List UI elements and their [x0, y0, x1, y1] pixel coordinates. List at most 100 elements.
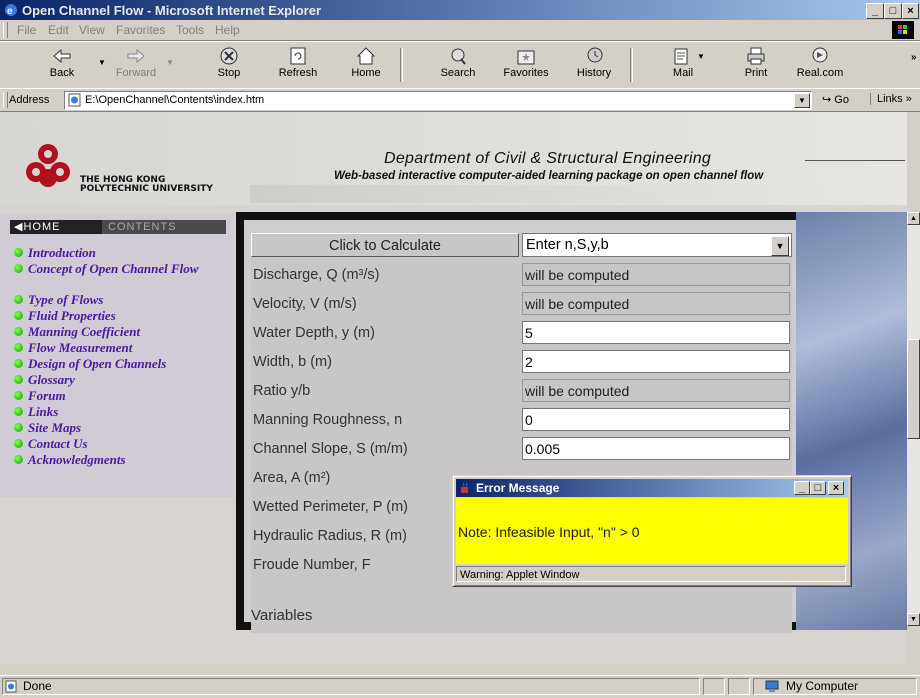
computer-icon — [765, 680, 779, 692]
sidebar-item-contact-us[interactable]: Contact Us — [14, 437, 233, 451]
history-button[interactable]: History — [568, 44, 620, 86]
sidebar-item-acknowledgments[interactable]: Acknowledgments — [14, 452, 233, 467]
green-bullet-icon — [14, 248, 23, 257]
toolbar-overflow-icon[interactable]: » — [911, 52, 917, 63]
stop-button[interactable]: Stop — [203, 44, 255, 86]
dialog-minimize-button[interactable]: _ — [794, 481, 810, 495]
security-zone-panel: My Computer — [753, 678, 917, 695]
calculate-button[interactable]: Click to Calculate — [251, 233, 519, 257]
field-label: Manning Roughness, n — [253, 412, 403, 428]
green-bullet-icon — [14, 375, 23, 384]
sidebar-item-label: Introduction — [28, 245, 96, 260]
links-label: Links — [877, 93, 903, 105]
favorites-button[interactable]: Favorites — [500, 44, 552, 86]
mail-dropdown-icon[interactable]: ▼ — [697, 52, 705, 61]
mail-button[interactable]: Mail — [657, 44, 709, 86]
close-button[interactable]: × — [902, 3, 919, 19]
realcom-label: Real.com — [796, 67, 844, 79]
sidebar-item-type-of-flows[interactable]: Type of Flows — [14, 293, 233, 307]
menu-bar: File Edit View Favorites Tools Help — [0, 20, 920, 41]
dialog-title-bar: Error Message _ □ × — [456, 479, 848, 497]
vertical-scrollbar[interactable]: ▲ ▼ — [907, 212, 920, 626]
java-cup-icon — [461, 482, 468, 493]
menu-tools[interactable]: Tools — [176, 23, 204, 37]
maximize-button[interactable]: □ — [884, 3, 902, 19]
sidebar-item-site-maps[interactable]: Site Maps — [14, 421, 233, 435]
sidebar-item-fluid-properties[interactable]: Fluid Properties — [14, 309, 233, 323]
search-button[interactable]: Search — [432, 44, 484, 86]
green-bullet-icon — [14, 295, 23, 304]
print-button[interactable]: Print — [730, 44, 782, 86]
sidebar-item-design-of-open-channels[interactable]: Design of Open Channels — [14, 357, 233, 371]
sidebar-item-glossary[interactable]: Glossary — [14, 372, 233, 387]
forward-button[interactable]: Forward — [110, 44, 162, 86]
mode-select-value: Enter n,S,y,b — [526, 237, 609, 253]
sidebar-item-introduction[interactable]: Introduction — [14, 245, 233, 260]
field-label: Discharge, Q (m³/s) — [253, 267, 380, 283]
value-input[interactable]: 0.005 — [522, 437, 790, 460]
green-bullet-icon — [14, 391, 23, 400]
history-icon — [587, 47, 603, 63]
ie-icon: e — [5, 4, 17, 17]
realcom-button[interactable]: Real.com — [794, 44, 846, 86]
dialog-maximize-button[interactable]: □ — [810, 481, 826, 495]
zone-text: My Computer — [786, 679, 859, 693]
scroll-up-icon[interactable]: ▲ — [907, 212, 920, 225]
sidebar-item-flow-measurement[interactable]: Flow Measurement — [14, 341, 233, 355]
back-button[interactable]: Back — [36, 44, 88, 86]
sidebar-item-label: Links — [28, 404, 59, 419]
links-button[interactable]: Links » — [870, 93, 912, 105]
sidebar-item-concept-of-open-channel-flow[interactable]: Concept of Open Channel Flow — [14, 261, 233, 276]
dialog-body: Note: Infeasible Input, "n" > 0 — [456, 498, 848, 564]
sidebar-item-links[interactable]: Links — [14, 404, 233, 419]
menu-favorites[interactable]: Favorites — [116, 23, 165, 37]
scroll-thumb[interactable] — [907, 339, 920, 439]
print-icon — [747, 47, 765, 65]
toolbar-separator — [400, 48, 403, 82]
mode-select[interactable]: Enter n,S,y,b ▼ — [522, 233, 792, 257]
favorites-label: Favorites — [503, 67, 549, 79]
header-rule — [805, 160, 905, 161]
scroll-down-icon[interactable]: ▼ — [907, 613, 920, 626]
sidebar: ◀HOME CONTENTS Introduction Concept of Op… — [0, 214, 233, 497]
sidebar-item-label: Concept of Open Channel Flow — [28, 261, 199, 276]
address-field[interactable]: E:\OpenChannel\Contents\index.htm ▼ — [64, 91, 812, 110]
realcom-icon — [812, 47, 828, 63]
forward-dropdown-icon[interactable]: ▼ — [166, 58, 174, 67]
contents-tab[interactable]: CONTENTS — [102, 220, 226, 234]
menu-file[interactable]: File — [17, 23, 36, 37]
frame-top-border — [236, 212, 796, 220]
refresh-button[interactable]: Refresh — [272, 44, 324, 86]
home-button[interactable]: Home — [340, 44, 392, 86]
dialog-message: Note: Infeasible Input, "n" > 0 — [458, 524, 640, 540]
menu-view[interactable]: View — [79, 23, 105, 37]
address-dropdown-icon[interactable]: ▼ — [794, 93, 810, 108]
sidebar-item-forum[interactable]: Forum — [14, 389, 233, 403]
university-line-2: POLYTECHNIC UNIVERSITY — [80, 184, 213, 194]
sidebar-item-label: Acknowledgments — [28, 452, 126, 467]
menu-help[interactable]: Help — [215, 23, 240, 37]
menu-edit[interactable]: Edit — [48, 23, 69, 37]
sidebar-item-manning-coefficient[interactable]: Manning Coefficient — [14, 325, 233, 339]
dialog-title: Error Message — [476, 481, 560, 495]
go-button[interactable]: ↪ Go — [822, 93, 849, 106]
minimize-button[interactable]: _ — [866, 3, 884, 19]
value-input[interactable]: 2 — [522, 350, 790, 373]
home-tab[interactable]: ◀HOME — [10, 220, 102, 234]
frame-left-border — [236, 212, 244, 630]
site-header: THE HONG KONG POLYTECHNIC UNIVERSITY Dep… — [0, 112, 907, 205]
back-dropdown-icon[interactable]: ▼ — [98, 58, 106, 67]
menu-grip — [3, 22, 8, 38]
status-text-panel: Done — [2, 678, 700, 695]
sidebar-item-label: Glossary — [28, 372, 75, 387]
back-label: Back — [49, 67, 75, 79]
computed-value-field: will be computed — [522, 292, 790, 315]
green-bullet-icon — [14, 327, 23, 336]
dialog-close-button[interactable]: × — [828, 481, 844, 495]
department-title: Department of Civil & Structural Enginee… — [384, 150, 712, 167]
chevron-down-icon[interactable]: ▼ — [771, 236, 789, 256]
value-input[interactable]: 5 — [522, 321, 790, 344]
site-subtitle: Web-based interactive computer-aided lea… — [334, 170, 764, 182]
value-input[interactable]: 0 — [522, 408, 790, 431]
home-label: Home — [351, 67, 381, 79]
